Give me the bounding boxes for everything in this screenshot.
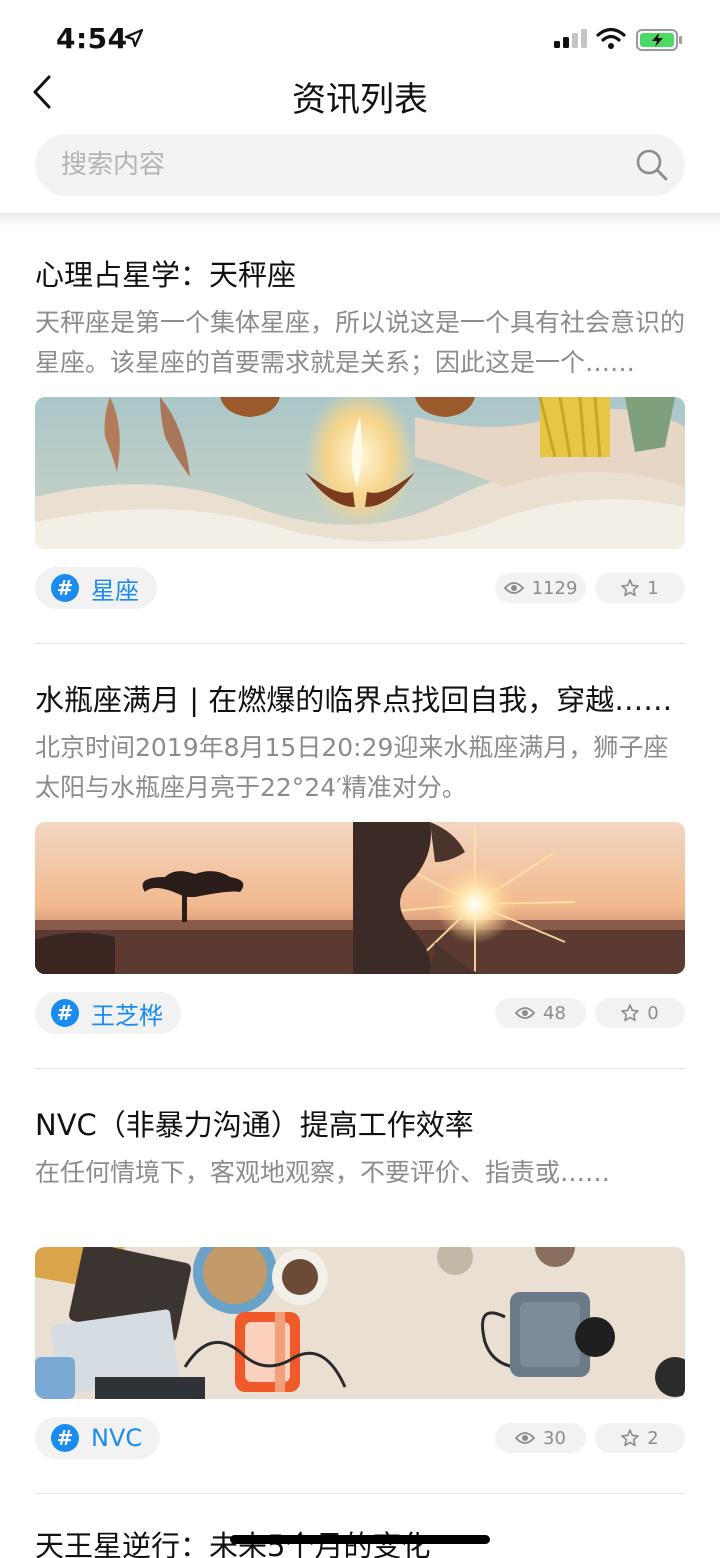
- astrology-painting-image: [35, 397, 685, 549]
- page-title: 资讯列表: [292, 80, 428, 120]
- favorite-count[interactable]: 2: [595, 1423, 685, 1453]
- eye-icon: [503, 582, 524, 594]
- article-card[interactable]: 水瓶座满月 | 在燃爆的临界点找回自我，穿越…… 北京时间2019年8月15日2…: [0, 652, 720, 1077]
- tag-label: 王芝桦: [91, 1001, 163, 1030]
- divider: [35, 1068, 685, 1069]
- star-icon: [621, 579, 640, 597]
- hashtag-icon: #: [51, 1424, 79, 1452]
- divider: [35, 643, 685, 644]
- search-icon[interactable]: [635, 148, 669, 182]
- header-shadow: [0, 213, 720, 227]
- search-box[interactable]: [35, 134, 685, 196]
- view-count: 48: [495, 998, 586, 1028]
- view-count-value: 1129: [531, 577, 578, 599]
- topic-tag[interactable]: # 王芝桦: [35, 992, 181, 1034]
- desk-workspace-image: [35, 1247, 685, 1399]
- view-count-value: 30: [543, 1427, 566, 1449]
- article-title[interactable]: 水瓶座满月 | 在燃爆的临界点找回自我，穿越……: [35, 680, 685, 720]
- article-image[interactable]: [35, 397, 685, 549]
- wifi-icon: [596, 27, 626, 49]
- eye-icon: [515, 1007, 536, 1019]
- view-count: 1129: [495, 573, 586, 603]
- tag-label: NVC: [91, 1424, 143, 1452]
- article-summary: 北京时间2019年8月15日20:29迎来水瓶座满月，狮子座太阳与水瓶座月亮于2…: [35, 733, 669, 802]
- star-icon: [621, 1429, 640, 1447]
- eye-icon: [515, 1432, 536, 1444]
- article-title[interactable]: 心理占星学：天秤座: [35, 255, 685, 295]
- favorite-count-value: 1: [647, 577, 659, 599]
- article-image[interactable]: [35, 822, 685, 974]
- article-list: 心理占星学：天秤座 天秤座是第一个集体星座，所以说这是一个具有社会意识的星座。该…: [0, 227, 720, 1502]
- article-image[interactable]: [35, 1247, 685, 1399]
- status-time: 4:54: [56, 22, 128, 55]
- article-summary: 在任何情境下，客观地观察，不要评价、指责或……: [35, 1158, 611, 1187]
- topic-tag[interactable]: # NVC: [35, 1417, 161, 1459]
- topic-tag[interactable]: # 星座: [35, 567, 157, 609]
- favorite-count[interactable]: 0: [595, 998, 685, 1028]
- home-indicator: [230, 1535, 490, 1544]
- article-title[interactable]: NVC（非暴力沟通）提高工作效率: [35, 1105, 685, 1145]
- navigation-bar: 资讯列表: [0, 66, 720, 122]
- battery-charging-icon: [636, 29, 682, 51]
- view-count: 30: [495, 1423, 586, 1453]
- divider: [35, 1493, 685, 1494]
- status-bar: 4:54: [0, 0, 720, 70]
- search-input[interactable]: [61, 134, 621, 196]
- hashtag-icon: #: [51, 574, 79, 602]
- article-summary: 天秤座是第一个集体星座，所以说这是一个具有社会意识的星座。该星座的首要需求就是关…: [35, 308, 685, 377]
- favorite-count[interactable]: 1: [595, 573, 685, 603]
- star-icon: [621, 1004, 640, 1022]
- favorite-count-value: 0: [647, 1002, 659, 1024]
- sunset-landscape-image: [35, 822, 685, 974]
- favorite-count-value: 2: [647, 1427, 659, 1449]
- hashtag-icon: #: [51, 999, 79, 1027]
- tag-label: 星座: [91, 576, 139, 605]
- location-arrow-icon: [124, 28, 144, 48]
- cellular-signal-icon: [554, 29, 587, 48]
- article-card[interactable]: NVC（非暴力沟通）提高工作效率 在任何情境下，客观地观察，不要评价、指责或……: [0, 1077, 720, 1502]
- article-card[interactable]: 心理占星学：天秤座 天秤座是第一个集体星座，所以说这是一个具有社会意识的星座。该…: [0, 227, 720, 652]
- view-count-value: 48: [543, 1002, 566, 1024]
